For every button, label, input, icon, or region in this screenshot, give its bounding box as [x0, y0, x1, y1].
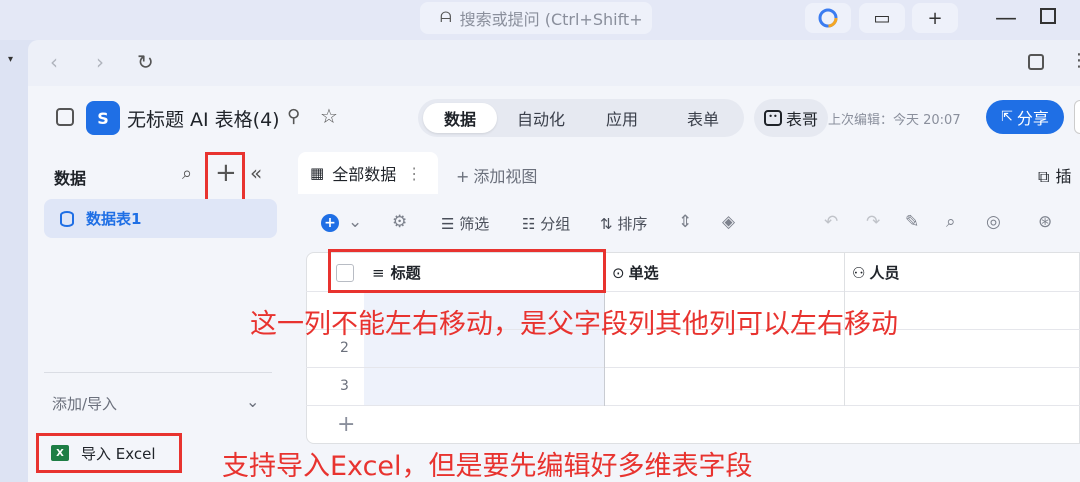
new-tab-button[interactable]: + — [912, 3, 958, 33]
assistant-button[interactable]: •• 表哥 — [754, 99, 828, 137]
row-number: 3 — [340, 378, 349, 394]
copy-link-icon[interactable] — [1028, 54, 1044, 70]
plus-icon: + — [927, 7, 943, 29]
fill-color-icon[interactable]: ◈ — [722, 212, 735, 232]
bot-icon: •• — [764, 110, 782, 126]
sort-icon: ⇅ — [600, 215, 618, 233]
sidebar-title: 数据 — [54, 169, 87, 188]
add-row-icon[interactable]: + — [337, 412, 355, 437]
cast-button[interactable]: ▭ — [859, 3, 905, 33]
page-title[interactable]: 无标题 AI 表格(4) — [127, 105, 280, 132]
group-icon: ☷ — [522, 215, 541, 233]
single-select-icon: ⊙ — [612, 263, 625, 282]
tab-automation[interactable]: 自动化 — [502, 103, 580, 133]
view-tab-all-data[interactable]: ▦ 全部数据 ⋮ — [298, 152, 438, 194]
screen-icon: ▭ — [873, 7, 891, 29]
import-excel-button[interactable]: X 导入 Excel — [36, 433, 182, 473]
undo-icon[interactable]: ↶ — [824, 212, 838, 232]
back-icon[interactable]: ‹ — [50, 50, 58, 74]
annotation-column-note: 这一列不能左右移动，是父字段列其他列可以左右移动 — [250, 309, 898, 340]
chevron-down-icon[interactable]: ⌄ — [348, 212, 362, 232]
column-header-person[interactable]: ⚇ 人员 — [852, 262, 899, 283]
row-number: 2 — [340, 340, 349, 356]
group-button[interactable]: ☷ 分组 — [522, 213, 570, 234]
share-button[interactable]: ⇱ 分享 — [986, 100, 1064, 134]
tab-data[interactable]: 数据 — [423, 103, 497, 133]
settings-icon[interactable]: ⚙ — [392, 212, 407, 232]
ai-search-icon: ᗩ — [440, 10, 452, 26]
browser-search-box[interactable]: ᗩ 搜索或提问 (Ctrl+Shift+ — [420, 2, 652, 34]
plugin-button[interactable]: ⧉ 插 — [1038, 163, 1071, 187]
add-view-button[interactable]: + 添加视图 — [456, 163, 537, 187]
redo-icon[interactable]: ↷ — [866, 212, 880, 232]
database-icon — [60, 210, 74, 227]
sidebar-item-table1[interactable]: 数据表1 — [44, 199, 277, 238]
tab-apps[interactable]: 应用 — [588, 103, 656, 133]
add-record-button[interactable]: + — [321, 214, 339, 232]
highlight-box-title-column — [328, 249, 606, 293]
minimize-icon[interactable]: — — [995, 6, 1017, 31]
browser-logo-button[interactable] — [805, 3, 851, 33]
puzzle-icon: ⧉ — [1038, 167, 1050, 186]
share-view-icon[interactable]: ⊛ — [1038, 212, 1052, 232]
add-import-label[interactable]: 添加/导入 — [52, 393, 117, 414]
column-header-single-select[interactable]: ⊙ 单选 — [612, 262, 659, 283]
pin-icon[interactable]: ⚲ — [287, 106, 300, 127]
plus-icon: + — [456, 167, 470, 186]
filter-icon: ☰ — [441, 215, 460, 233]
row-height-icon[interactable]: ⇕ — [678, 212, 692, 232]
last-edit-status: 上次编辑：今天 20:07 — [828, 113, 961, 128]
search-icon[interactable]: ⌕ — [182, 163, 192, 184]
more-icon[interactable]: ⋮ — [1070, 50, 1080, 71]
chevron-down-icon[interactable]: ⌄ — [246, 392, 259, 411]
maximize-icon[interactable] — [1040, 8, 1056, 24]
row-divider — [306, 405, 1080, 406]
forward-icon[interactable]: › — [96, 50, 104, 74]
sidebar-divider — [44, 372, 272, 373]
search-icon[interactable]: ⌕ — [946, 212, 956, 232]
avatar[interactable] — [1074, 100, 1080, 134]
browser-nav-row — [28, 40, 1080, 86]
tab-form[interactable]: 表单 — [666, 103, 740, 133]
reload-icon[interactable]: ↻ — [137, 50, 154, 74]
share-icon: ⇱ — [1001, 109, 1013, 125]
browser-logo-icon — [818, 8, 838, 28]
dropdown-arrow-icon[interactable]: ▾ — [8, 54, 13, 65]
grid-view-icon: ▦ — [310, 164, 325, 182]
grid-toolbar — [306, 194, 1080, 252]
view-more-icon[interactable]: ⋮ — [406, 164, 422, 183]
highlight-box-add — [205, 152, 245, 204]
plus-icon: + — [324, 215, 336, 231]
filter-button[interactable]: ☰ 筛选 — [441, 213, 489, 234]
star-icon[interactable]: ☆ — [320, 104, 338, 128]
sort-button[interactable]: ⇅ 排序 — [600, 213, 647, 234]
collapse-sidebar-icon[interactable]: « — [250, 161, 262, 185]
annotation-import-note: 支持导入Excel，但是要先编辑好多维表字段 — [222, 451, 753, 482]
comment-icon[interactable]: ◎ — [986, 212, 1001, 232]
browser-search-placeholder: 搜索或提问 (Ctrl+Shift+ — [459, 10, 643, 29]
excel-icon: X — [51, 445, 69, 461]
edit-icon[interactable]: ✎ — [905, 212, 919, 232]
row-divider — [306, 367, 1080, 368]
person-icon: ⚇ — [852, 263, 866, 282]
sidebar-toggle-icon[interactable] — [56, 108, 74, 126]
app-logo: S — [86, 101, 120, 135]
